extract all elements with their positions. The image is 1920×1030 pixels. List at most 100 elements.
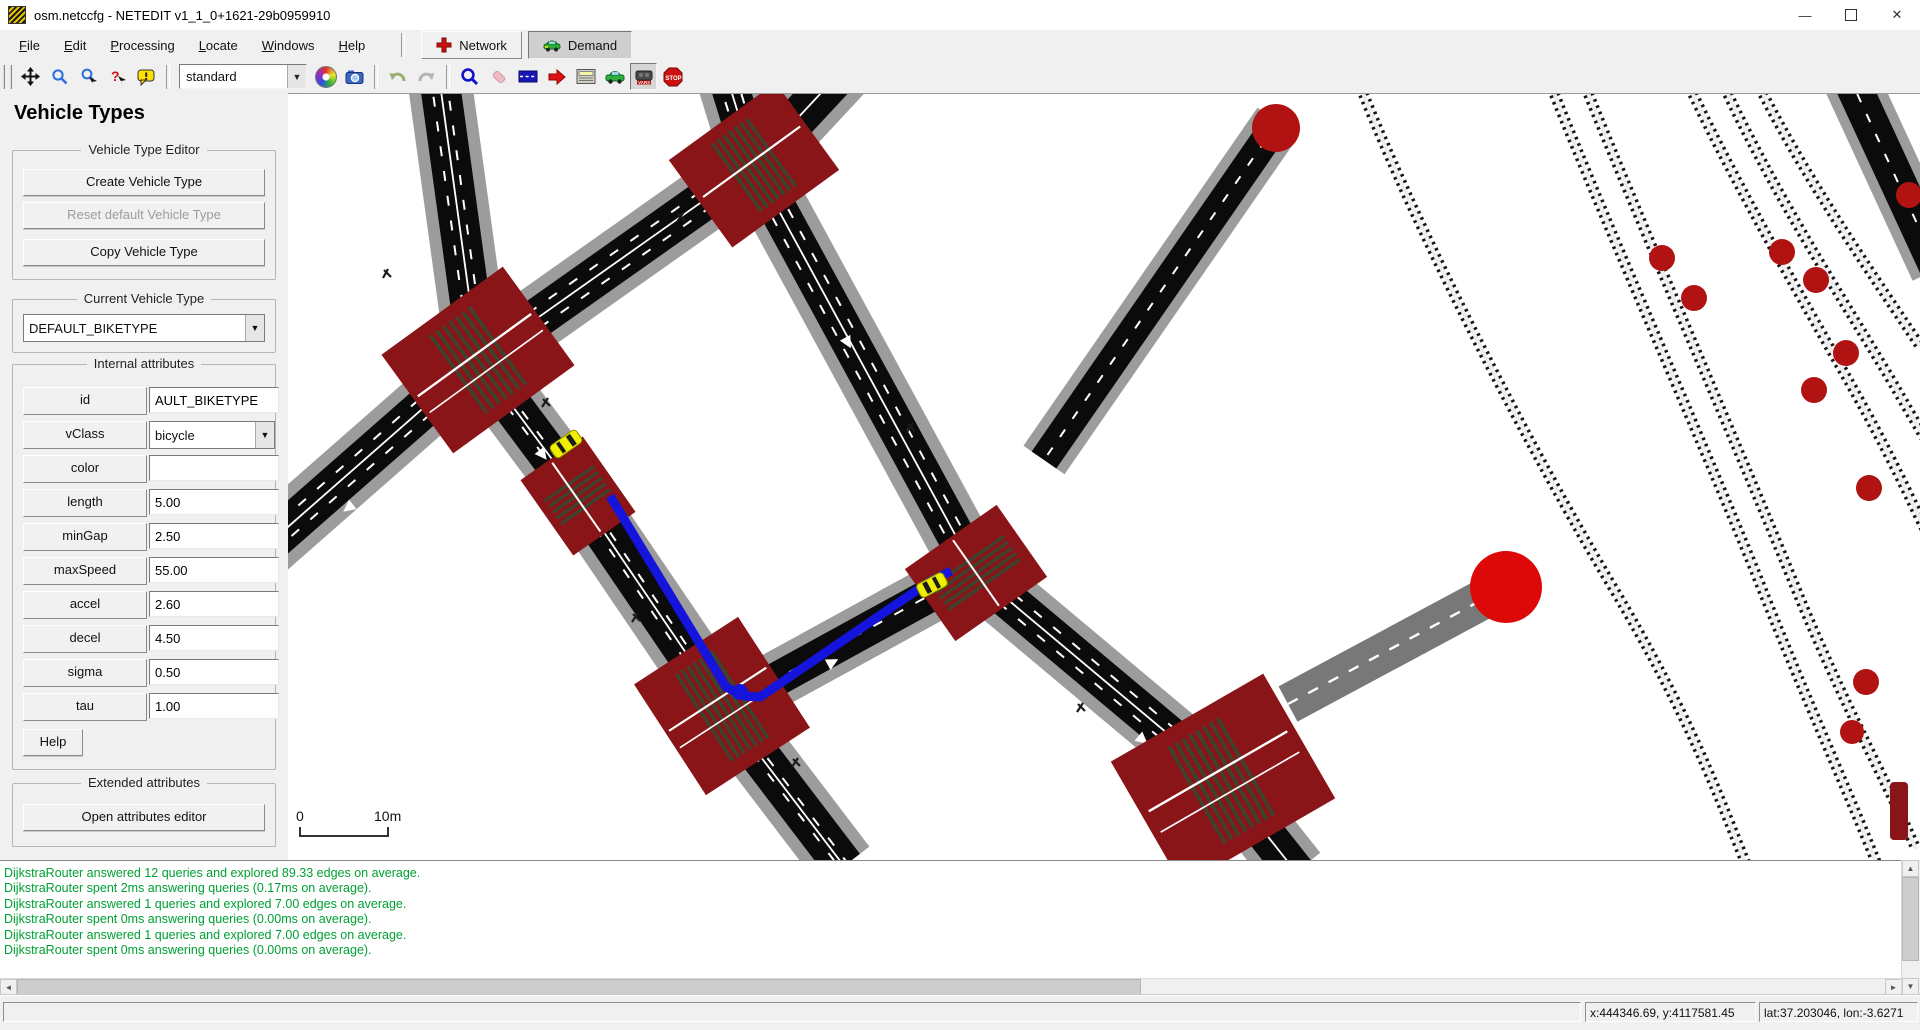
current-vehicle-type-value: DEFAULT_BIKETYPE <box>24 321 245 336</box>
menu-file[interactable]: File <box>8 34 51 57</box>
vehicle-types-frame: Vehicle Types Vehicle Type Editor Create… <box>0 93 289 860</box>
scroll-up-button[interactable]: ▲ <box>1902 860 1919 877</box>
attr-field-length[interactable] <box>149 489 279 515</box>
vertical-scroll-thumb[interactable] <box>1902 877 1919 961</box>
menu-edit[interactable]: Edit <box>53 34 97 57</box>
scroll-left-button[interactable]: ◄ <box>0 979 17 996</box>
help-button[interactable]: Help <box>23 729 83 756</box>
group-title: Extended attributes <box>81 775 207 790</box>
extended-attributes-group: Extended attributes Open attributes edit… <box>12 783 276 847</box>
svg-text:0: 0 <box>296 808 304 824</box>
log-line: DijkstraRouter spent 0ms answering queri… <box>4 943 1902 958</box>
chevron-down-icon[interactable]: ▼ <box>287 65 306 88</box>
close-button[interactable]: ✕ <box>1874 0 1920 30</box>
dead-end-junction-bubble[interactable] <box>1470 551 1542 623</box>
redo-button[interactable] <box>413 63 440 90</box>
message-log[interactable]: DijkstraRouter answered 12 queries and e… <box>0 860 1902 978</box>
bike-route-turn <box>732 684 748 700</box>
attr-label-vclass[interactable]: vClass <box>23 421 147 449</box>
svg-text:?: ? <box>111 68 120 84</box>
attr-label-color[interactable]: color <box>23 455 147 483</box>
help-pointer-icon: ? <box>109 68 127 86</box>
redo-icon <box>417 68 436 86</box>
coloring-scheme-combo[interactable]: standard ▼ <box>179 64 307 89</box>
status-empty-cell <box>3 1002 1581 1022</box>
zoom-cursor-button[interactable] <box>75 63 102 90</box>
window-title: osm.netccfg - NETEDIT v1_1_0+1621-29b095… <box>34 8 330 23</box>
attr-field-tau[interactable] <box>149 693 279 719</box>
map-canvas[interactable]: 0 10m <box>288 94 1920 860</box>
attr-label-mingap[interactable]: minGap <box>23 523 147 551</box>
demand-car-icon <box>543 38 561 52</box>
whats-this-button[interactable]: ? <box>104 63 131 90</box>
open-attributes-editor-button[interactable]: Open attributes editor <box>23 804 265 831</box>
road-end-bubble[interactable] <box>1252 104 1300 152</box>
menu-windows[interactable]: Windows <box>251 34 326 57</box>
select-mode-button[interactable] <box>514 63 541 90</box>
minimize-button[interactable]: — <box>1782 0 1828 30</box>
horizontal-scroll-thumb[interactable] <box>17 979 1141 996</box>
svg-text:10m: 10m <box>374 808 401 824</box>
chevron-down-icon[interactable]: ▼ <box>255 422 274 448</box>
move-view-button[interactable] <box>17 63 44 90</box>
scroll-right-button[interactable]: ► <box>1885 979 1902 996</box>
zoom-extent-button[interactable] <box>46 63 73 90</box>
toolbar-grip[interactable] <box>3 65 12 89</box>
attr-field-maxspeed[interactable] <box>149 557 279 583</box>
vehicle-type-mode-button[interactable]: VARS <box>630 63 657 90</box>
attr-field-accel[interactable] <box>149 591 279 617</box>
delete-mode-button[interactable] <box>485 63 512 90</box>
inspect-magnifier-icon <box>460 67 480 87</box>
menu-separator <box>401 33 405 57</box>
green-car-icon <box>605 68 625 85</box>
current-vehicle-type-group: Current Vehicle Type DEFAULT_BIKETYPE ▼ <box>12 299 276 353</box>
create-vehicle-type-button[interactable]: Create Vehicle Type <box>23 169 265 196</box>
attr-field-sigma[interactable] <box>149 659 279 685</box>
reset-default-vehicle-type-button: Reset default Vehicle Type <box>23 202 265 229</box>
group-title: Current Vehicle Type <box>77 291 211 306</box>
edit-coloring-button[interactable] <box>312 63 339 90</box>
supermode-network-button[interactable]: Network <box>421 31 522 59</box>
network-icon <box>436 37 452 53</box>
red-arrow-icon <box>547 68 567 86</box>
attr-label-id[interactable]: id <box>23 387 147 415</box>
map-canvas-area[interactable]: 0 10m <box>288 93 1920 861</box>
attr-field-color[interactable] <box>149 455 279 481</box>
attr-label-tau[interactable]: tau <box>23 693 147 721</box>
attr-label-decel[interactable]: decel <box>23 625 147 653</box>
app-icon <box>8 6 26 24</box>
attr-field-decel[interactable] <box>149 625 279 651</box>
log-vertical-scrollbar[interactable]: ▲ ▼ <box>1901 860 1920 995</box>
railway-tracks[interactable] <box>1361 94 1920 860</box>
attr-field-vclass[interactable]: bicycle ▼ <box>149 421 275 449</box>
attr-label-maxspeed[interactable]: maxSpeed <box>23 557 147 585</box>
attr-label-sigma[interactable]: sigma <box>23 659 147 687</box>
move-mode-button[interactable] <box>543 63 570 90</box>
menu-processing[interactable]: Processing <box>99 34 185 57</box>
toolbar-separator <box>446 65 450 89</box>
attr-field-mingap[interactable] <box>149 523 279 549</box>
current-vehicle-type-combo[interactable]: DEFAULT_BIKETYPE ▼ <box>23 314 265 342</box>
menu-help[interactable]: Help <box>327 34 376 57</box>
supermode-demand-button[interactable]: Demand <box>528 31 632 59</box>
stop-mode-button[interactable]: STOP <box>659 63 686 90</box>
log-horizontal-scrollbar[interactable]: ◄ ► <box>0 978 1902 996</box>
edgedata-mode-button[interactable] <box>572 63 599 90</box>
inspect-mode-button[interactable] <box>456 63 483 90</box>
log-line: DijkstraRouter answered 1 queries and ex… <box>4 928 1902 943</box>
screenshot-button[interactable] <box>341 63 368 90</box>
chevron-down-icon[interactable]: ▼ <box>245 315 264 341</box>
copy-vehicle-type-button[interactable]: Copy Vehicle Type <box>23 239 265 266</box>
svg-text:VARS: VARS <box>638 80 650 85</box>
undo-button[interactable] <box>384 63 411 90</box>
attr-label-length[interactable]: length <box>23 489 147 517</box>
attr-field-id[interactable] <box>149 387 279 413</box>
menu-locate[interactable]: Locate <box>188 34 249 57</box>
scroll-down-button[interactable]: ▼ <box>1902 978 1919 995</box>
vehicle-mode-button[interactable] <box>601 63 628 90</box>
maximize-button[interactable] <box>1828 0 1874 30</box>
log-line: DijkstraRouter spent 2ms answering queri… <box>4 881 1902 896</box>
attr-label-accel[interactable]: accel <box>23 591 147 619</box>
messages-button[interactable] <box>133 63 160 90</box>
log-line: DijkstraRouter answered 1 queries and ex… <box>4 897 1902 912</box>
